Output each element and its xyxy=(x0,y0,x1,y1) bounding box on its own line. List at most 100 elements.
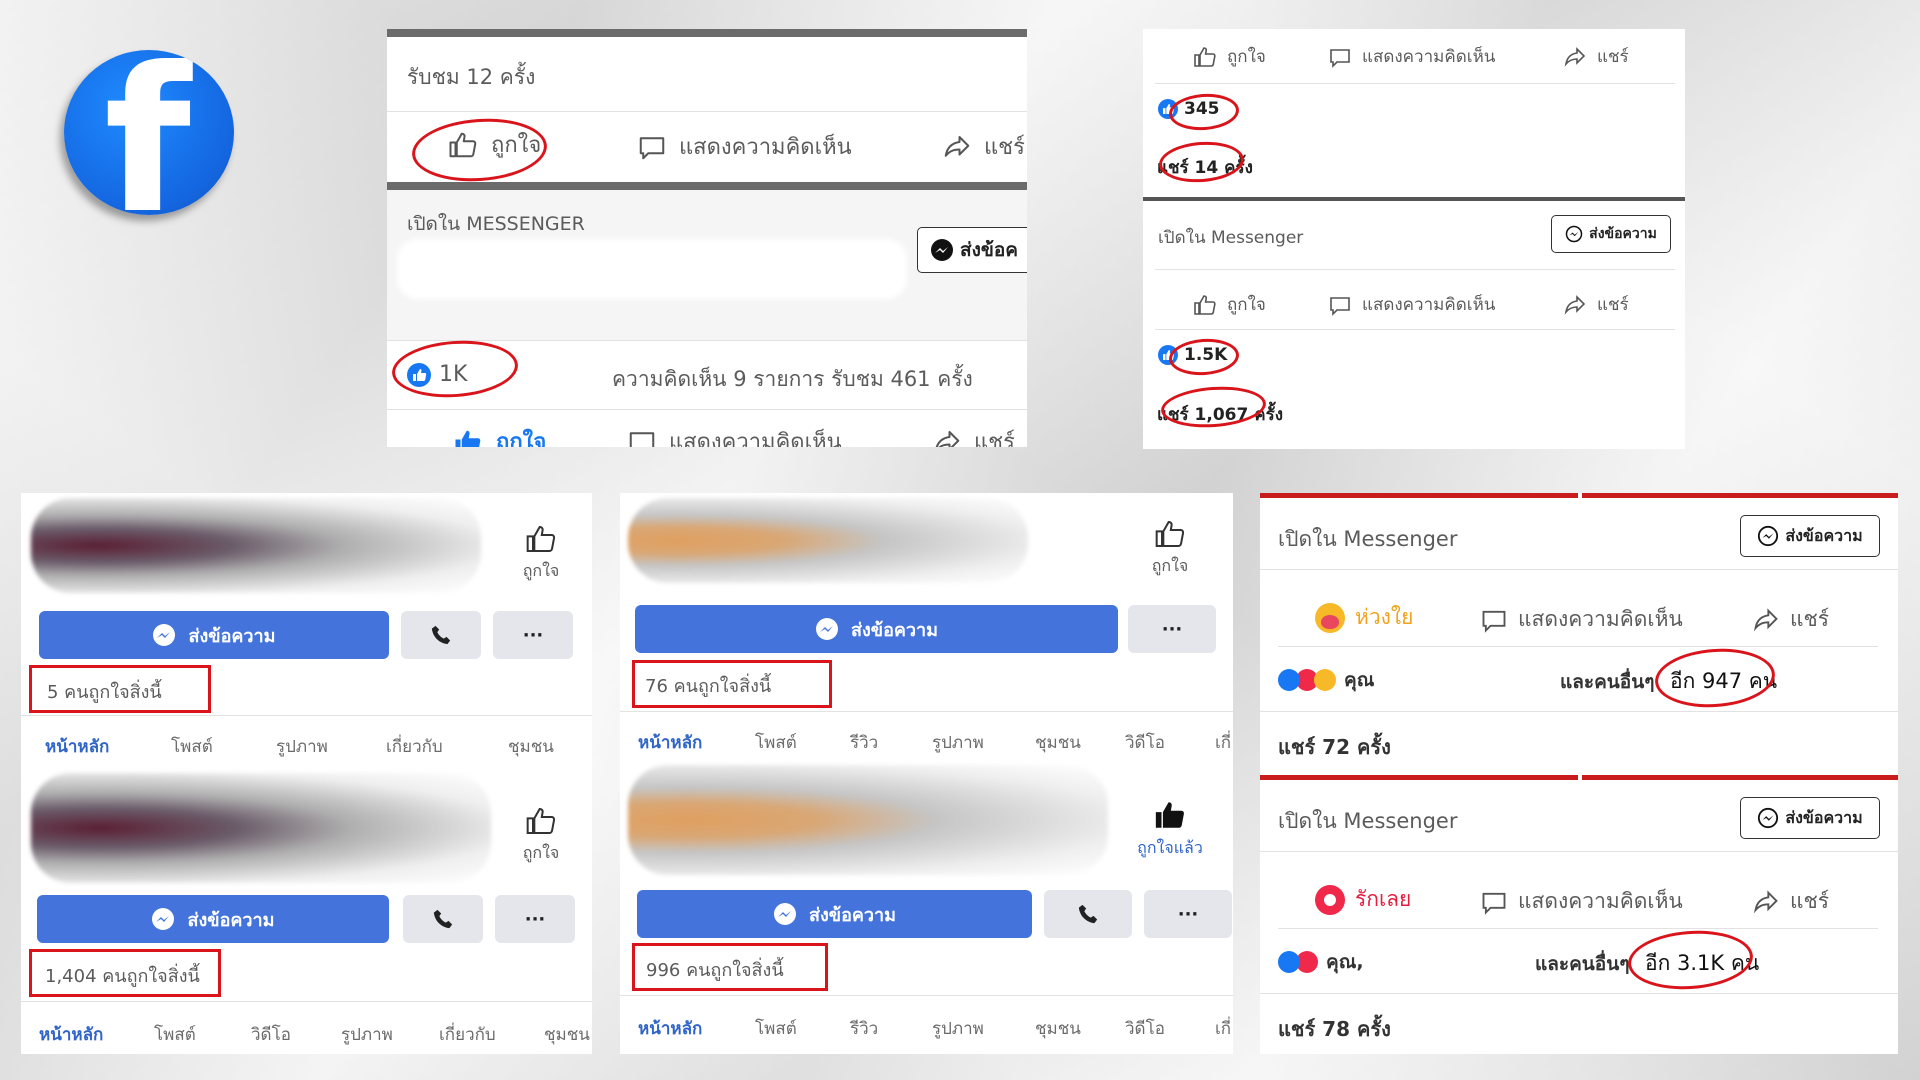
tab-posts[interactable]: โพสต์ xyxy=(171,733,213,760)
call-button-1[interactable] xyxy=(401,611,481,659)
comment-button-2[interactable]: แสดงความคิดเห็น xyxy=(1480,885,1683,918)
tab-home[interactable]: หน้าหลัก xyxy=(638,729,702,756)
tab-home[interactable]: หน้าหลัก xyxy=(39,1021,103,1048)
share-button[interactable]: แชร์ xyxy=(942,129,1025,164)
like-button[interactable]: ถูกใจ xyxy=(1193,43,1266,70)
facebook-logo-letter: f xyxy=(104,50,192,215)
tab-about[interactable]: เกี่ยวกับ xyxy=(386,733,443,760)
phone-icon xyxy=(433,909,453,929)
comment-button-2[interactable]: แสดงความคิดเห็น xyxy=(1328,291,1495,318)
liked-label: ถูกใจ xyxy=(496,430,547,447)
comment-icon xyxy=(639,136,665,159)
tab-reviews[interactable]: รีวิว xyxy=(850,1015,878,1042)
redacted-page-avatar-1 xyxy=(628,498,1028,583)
liked-button[interactable]: ถูกใจ xyxy=(452,424,546,447)
like-reaction-icon xyxy=(1278,951,1300,973)
thumbs-up-icon xyxy=(1194,294,1216,315)
liked-page-button[interactable]: ถูกใจแล้ว xyxy=(1125,798,1215,861)
messenger-icon xyxy=(815,618,838,640)
more-button-2[interactable]: ··· xyxy=(1144,890,1232,938)
love-reaction-button[interactable]: รักเลย xyxy=(1315,883,1411,916)
call-button-2[interactable] xyxy=(403,895,483,943)
page-tabs-1: หน้าหลัก โพสต์ รีวิว รูปภาพ ชุมชน วิดีโอ… xyxy=(620,729,1233,759)
panel-bottom-center: ถูกใจ ส่งข้อความ ··· 76 คนถูกใจสิ่งนี้ ห… xyxy=(620,493,1233,1054)
shares-count-1[interactable]: แชร์ 72 ครั้ง xyxy=(1278,731,1391,763)
comment-button-2[interactable]: แสดงความคิดเห็น xyxy=(627,424,842,447)
comment-icon xyxy=(1482,892,1506,915)
panel-top-center: รับชม 12 ครั้ง ถูกใจ แสดงความคิดเห็น แชร… xyxy=(387,29,1027,447)
comment-icon xyxy=(1482,610,1506,633)
tab-more[interactable]: เกี่ xyxy=(1215,1015,1231,1042)
like-page-button-1[interactable]: ถูกใจ xyxy=(1140,518,1200,579)
send-message-button[interactable]: ส่งข้อค xyxy=(917,227,1027,273)
tab-community[interactable]: ชุมชน xyxy=(508,733,554,760)
reaction-summary-2[interactable]: คุณ, xyxy=(1278,947,1364,977)
love-emoji-icon xyxy=(1315,884,1345,915)
share-icon xyxy=(1754,607,1778,631)
redacted-content xyxy=(397,239,907,299)
comment-button[interactable]: แสดงความคิดเห็น xyxy=(1328,43,1495,70)
messenger-icon xyxy=(931,239,953,261)
page-tabs-1: หน้าหลัก โพสต์ รูปภาพ เกี่ยวกับ ชุมชน xyxy=(21,733,592,763)
tab-photos[interactable]: รูปภาพ xyxy=(276,733,328,760)
tab-community[interactable]: ชุมชน xyxy=(544,1021,590,1048)
redacted-page-avatar-2 xyxy=(31,773,491,883)
call-button-2[interactable] xyxy=(1044,890,1132,938)
tab-videos[interactable]: วิดีโอ xyxy=(1125,729,1165,756)
more-button-2[interactable]: ··· xyxy=(495,895,575,943)
tab-community[interactable]: ชุมชน xyxy=(1035,729,1081,756)
tab-posts[interactable]: โพสต์ xyxy=(755,729,797,756)
tab-photos[interactable]: รูปภาพ xyxy=(341,1021,393,1048)
comment-icon xyxy=(1330,296,1350,316)
tab-reviews[interactable]: รีวิว xyxy=(850,729,878,756)
more-button-1[interactable]: ··· xyxy=(493,611,573,659)
comment-button-1[interactable]: แสดงความคิดเห็น xyxy=(1480,603,1683,636)
reaction-icons xyxy=(1278,669,1336,691)
tab-about[interactable]: เกี่ยวกับ xyxy=(439,1021,496,1048)
tab-community[interactable]: ชุมชน xyxy=(1035,1015,1081,1042)
reaction-summary-1[interactable]: คุณ xyxy=(1278,665,1374,695)
messenger-heading-2: เปิดใน Messenger xyxy=(1278,809,1458,833)
share-button[interactable]: แชร์ xyxy=(1563,43,1629,70)
tab-photos[interactable]: รูปภาพ xyxy=(932,1015,984,1042)
tab-videos[interactable]: วิดีโอ xyxy=(1125,1015,1165,1042)
thumbs-up-icon xyxy=(526,807,556,834)
share-button-2[interactable]: แชร์ xyxy=(932,424,1015,447)
tab-posts[interactable]: โพสต์ xyxy=(755,1015,797,1042)
like-page-button-1[interactable]: ถูกใจ xyxy=(511,523,571,584)
phone-icon xyxy=(431,625,451,645)
like-page-button-2[interactable]: ถูกใจ xyxy=(511,805,571,866)
panel-bottom-left: ถูกใจ ส่งข้อความ ··· 5 คนถูกใจสิ่งนี้ หน… xyxy=(21,493,592,1054)
send-message-button-2[interactable]: ส่งข้อความ xyxy=(1740,797,1880,839)
tab-posts[interactable]: โพสต์ xyxy=(154,1021,196,1048)
send-message-button-1[interactable]: ส่งข้อความ xyxy=(39,611,389,659)
send-message-button-2[interactable]: ส่งข้อความ xyxy=(37,895,389,943)
tab-home[interactable]: หน้าหลัก xyxy=(638,1015,702,1042)
messenger-heading: เปิดใน MESSENGER xyxy=(407,213,585,235)
share-icon xyxy=(1564,294,1586,315)
send-message-button-2[interactable]: ส่งข้อความ xyxy=(637,890,1032,938)
more-button-1[interactable]: ··· xyxy=(1128,605,1216,653)
like-reaction-icon xyxy=(1278,669,1300,691)
tab-photos[interactable]: รูปภาพ xyxy=(932,729,984,756)
share-button-2[interactable]: แชร์ xyxy=(1563,291,1629,318)
tab-home[interactable]: หน้าหลัก xyxy=(45,733,109,760)
messenger-icon xyxy=(1758,807,1779,829)
send-message-button-1[interactable]: ส่งข้อความ xyxy=(1740,515,1880,557)
redacted-page-avatar-2 xyxy=(628,765,1108,875)
tab-videos[interactable]: วิดีโอ xyxy=(251,1021,291,1048)
share-icon xyxy=(935,430,960,447)
share-button-2[interactable]: แชร์ xyxy=(1752,885,1829,918)
share-button-1[interactable]: แชร์ xyxy=(1752,603,1829,636)
care-reaction-button[interactable]: ห่วงใย xyxy=(1315,601,1413,634)
comment-label: แสดงความคิดเห็น xyxy=(679,135,852,160)
phone-icon xyxy=(1078,904,1098,924)
comment-button[interactable]: แสดงความคิดเห็น xyxy=(637,129,852,164)
tab-more[interactable]: เกี่ xyxy=(1215,729,1231,756)
facebook-logo: f xyxy=(64,50,234,215)
comments-views: ความคิดเห็น 9 รายการ รับชม 461 ครั้ง xyxy=(612,367,973,391)
like-button-2[interactable]: ถูกใจ xyxy=(1193,291,1266,318)
shares-count-2[interactable]: แชร์ 78 ครั้ง xyxy=(1278,1013,1391,1045)
send-message-button[interactable]: ส่งข้อความ xyxy=(1551,215,1671,253)
send-message-button-1[interactable]: ส่งข้อความ xyxy=(635,605,1118,653)
